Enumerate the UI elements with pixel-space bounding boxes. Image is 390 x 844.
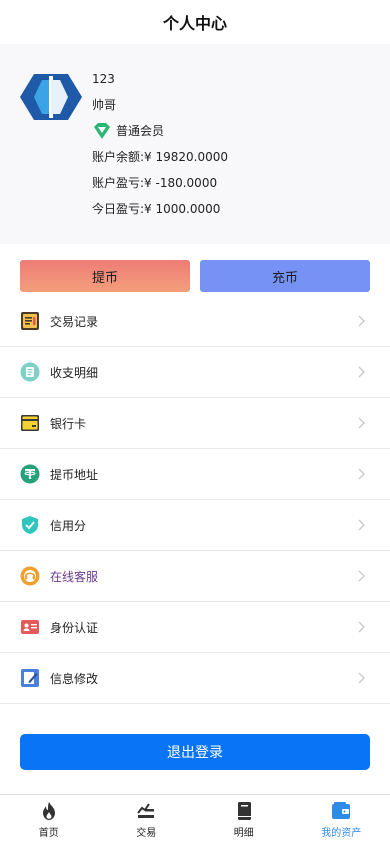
user-id: 123 <box>92 72 115 86</box>
menu-list: 交易记录 收支明细 银行卡 提币地址 信用分 在线客服 身份认证 信息修改 <box>0 296 390 704</box>
tab-label: 我的资产 <box>321 827 362 839</box>
list-detail-icon <box>20 362 40 382</box>
diamond-icon <box>92 121 112 141</box>
menu-item-customer-service[interactable]: 在线客服 <box>0 551 390 602</box>
chevron-right-icon <box>358 519 365 531</box>
tab-label: 首页 <box>38 827 59 839</box>
headset-icon <box>20 566 40 586</box>
menu-item-identity-verification[interactable]: 身份认证 <box>0 602 390 653</box>
withdraw-button[interactable]: 提币 <box>20 260 190 292</box>
bottom-tab-bar: 首页 交易 明细 我的资产 <box>0 794 390 844</box>
profile-info: 123 帅哥 普通会员 账户余额: ¥ 19820.0000 账户盈亏: ¥ -… <box>92 66 228 222</box>
book-icon <box>237 801 251 820</box>
balance-label: 账户余额: <box>92 150 145 164</box>
flame-icon <box>42 801 55 820</box>
menu-label: 收支明细 <box>50 365 99 380</box>
tab-trade[interactable]: 交易 <box>98 795 196 844</box>
tab-label: 交易 <box>136 827 157 839</box>
tab-label: 明细 <box>233 827 254 839</box>
menu-item-bank-card[interactable]: 银行卡 <box>0 398 390 449</box>
chevron-right-icon <box>358 621 365 633</box>
deposit-button[interactable]: 充币 <box>200 260 370 292</box>
tab-home[interactable]: 首页 <box>0 795 98 844</box>
tab-my-assets[interactable]: 我的资产 <box>293 795 390 844</box>
menu-item-trade-records[interactable]: 交易记录 <box>0 296 390 347</box>
member-level: 普通会员 <box>92 118 228 144</box>
menu-label: 银行卡 <box>50 416 87 431</box>
menu-label: 身份认证 <box>50 620 99 635</box>
ledger-icon <box>20 311 40 331</box>
tab-details[interactable]: 明细 <box>195 795 293 844</box>
avatar <box>20 72 82 122</box>
chevron-right-icon <box>358 672 365 684</box>
menu-label: 信用分 <box>50 518 87 533</box>
menu-item-withdraw-address[interactable]: 提币地址 <box>0 449 390 500</box>
menu-item-edit-info[interactable]: 信息修改 <box>0 653 390 704</box>
chevron-right-icon <box>358 570 365 582</box>
action-buttons: 提币 充币 <box>20 260 370 292</box>
balance-value: ¥ 19820.0000 <box>144 150 229 164</box>
menu-item-credit-score[interactable]: 信用分 <box>0 500 390 551</box>
balance-row: 账户余额: ¥ 19820.0000 <box>92 144 228 170</box>
user-name: 帅哥 <box>92 98 117 112</box>
menu-item-income-details[interactable]: 收支明细 <box>0 347 390 398</box>
chevron-right-icon <box>358 366 365 378</box>
menu-label: 信息修改 <box>50 671 99 686</box>
trade-icon <box>137 802 155 818</box>
profile-card: 123 帅哥 普通会员 账户余额: ¥ 19820.0000 账户盈亏: ¥ -… <box>0 44 390 244</box>
chevron-right-icon <box>358 315 365 327</box>
page-title: 个人中心 <box>162 14 227 33</box>
today-row: 今日盈亏: ¥ 1000.0000 <box>92 196 228 222</box>
id-card-icon <box>20 617 40 637</box>
pnl-row: 账户盈亏: ¥ -180.0000 <box>92 170 228 196</box>
edit-icon <box>20 668 40 688</box>
menu-label: 交易记录 <box>50 314 99 329</box>
logout-button[interactable]: 退出登录 <box>20 734 370 770</box>
today-label: 今日盈亏: <box>92 202 145 216</box>
wallet-icon <box>332 801 351 819</box>
member-level-label: 普通会员 <box>116 124 165 138</box>
menu-label: 在线客服 <box>50 569 99 584</box>
pnl-value: ¥ -180.0000 <box>144 176 218 190</box>
today-value: ¥ 1000.0000 <box>144 202 221 216</box>
bank-card-icon <box>20 413 40 433</box>
tether-icon <box>20 464 40 484</box>
shield-check-icon <box>20 515 40 535</box>
menu-label: 提币地址 <box>50 467 99 482</box>
chevron-right-icon <box>358 468 365 480</box>
chevron-right-icon <box>358 417 365 429</box>
pnl-label: 账户盈亏: <box>92 176 145 190</box>
